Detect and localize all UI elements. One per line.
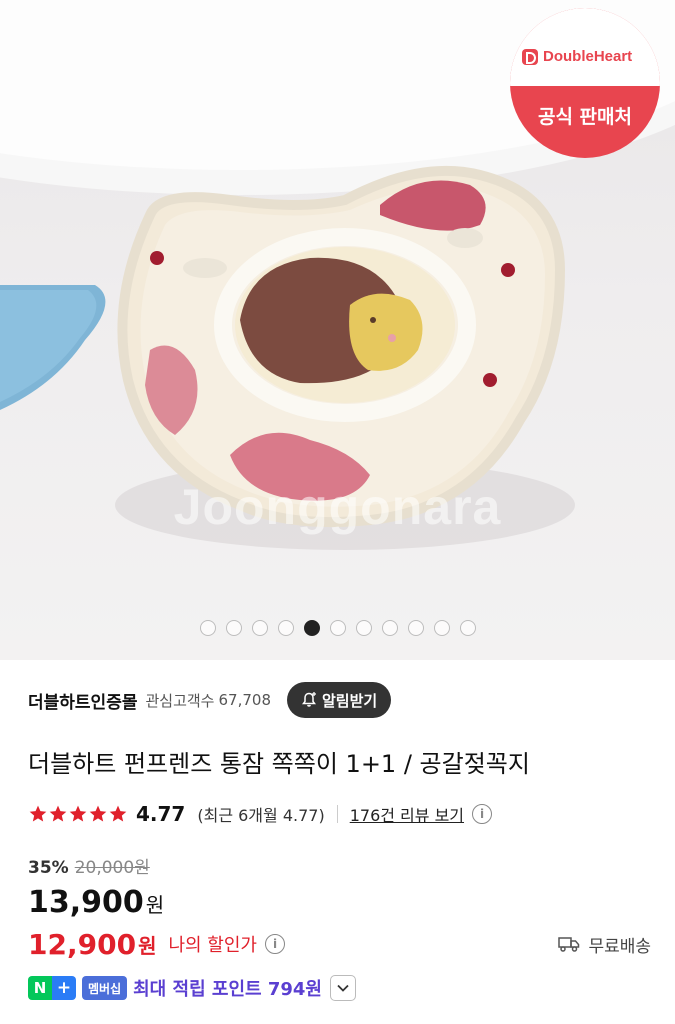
carousel-dot[interactable] [355, 620, 372, 636]
official-seller-badge: DoubleHeart 공식 판매처 [510, 8, 660, 158]
carousel-dot-active[interactable] [303, 620, 320, 636]
carousel-dot[interactable] [433, 620, 450, 636]
rating-stars [28, 804, 128, 824]
my-discount-price: 12,900 [28, 927, 137, 961]
product-info: 더블하트인증몰 관심고객수 67,708 알림받기 더블하트 펀프렌즈 통잠 쪽… [0, 660, 675, 1024]
my-discount-unit: 원 [138, 933, 157, 958]
shipping-info: 무료배송 [558, 932, 651, 957]
rating-score: 4.77 [136, 802, 186, 826]
carousel-pagination[interactable] [0, 620, 675, 636]
alarm-subscribe-button[interactable]: 알림받기 [287, 682, 392, 718]
points-expand-button[interactable] [329, 975, 356, 1001]
star-icon [109, 805, 127, 822]
plus-icon: + [52, 976, 76, 1000]
star-icon [49, 805, 67, 822]
rating-row: 4.77 (최근 6개월 4.77) 176건 리뷰 보기 i [28, 798, 493, 830]
alarm-button-label: 알림받기 [322, 692, 378, 710]
carousel-dot[interactable] [407, 620, 424, 636]
carousel-dot[interactable] [329, 620, 346, 636]
naver-plus-logo: N + [28, 976, 76, 1000]
discount-rate: 35% [28, 858, 69, 878]
rating-recent: (최근 6개월 4.77) [197, 806, 325, 825]
membership-badge: 멤버십 [82, 976, 128, 1000]
carousel-dot[interactable] [277, 620, 294, 636]
product-title: 더블하트 펀프렌즈 통잠 쪽쪽이 1+1 / 공갈젖꼭지 [28, 750, 530, 778]
info-icon[interactable]: i [472, 804, 493, 824]
my-discount-label: 나의 할인가 [168, 935, 257, 956]
chevron-down-icon [337, 984, 349, 992]
doubleheart-logo-icon [522, 48, 538, 65]
sale-price-unit: 원 [145, 893, 165, 917]
favorites-count: 67,708 [218, 691, 272, 709]
doubleheart-logo: DoubleHeart [522, 48, 632, 65]
store-row: 더블하트인증몰 관심고객수 67,708 알림받기 [28, 680, 655, 720]
badge-label: 공식 판매처 [537, 106, 632, 128]
carousel-dot[interactable] [225, 620, 242, 636]
review-link[interactable]: 176건 리뷰 보기 [350, 802, 464, 826]
price-row: 13,900 원 [28, 885, 164, 920]
carousel-dot[interactable] [199, 620, 216, 636]
max-points-text: 최대 적립 포인트 794원 [133, 979, 322, 1000]
watermark-text: Joonggonara [173, 479, 502, 535]
star-icon [69, 805, 87, 822]
badge-brand: DoubleHeart [543, 48, 633, 65]
naver-n-icon: N [28, 976, 52, 1000]
carousel-dot[interactable] [459, 620, 476, 636]
membership-row: N + 멤버십 최대 적립 포인트 794원 [28, 974, 356, 1002]
favorites-label: 관심고객수 [145, 691, 215, 710]
original-price: 20,000원 [74, 858, 150, 878]
carousel-dot[interactable] [251, 620, 268, 636]
carousel-dot[interactable] [381, 620, 398, 636]
discount-row: 35% 20,000원 [28, 853, 150, 878]
star-icon [29, 805, 47, 822]
sale-price: 13,900 [28, 885, 144, 920]
info-icon[interactable]: i [265, 934, 285, 954]
truck-icon [558, 937, 580, 952]
store-name[interactable]: 더블하트인증몰 [28, 688, 137, 713]
product-image-carousel[interactable]: Joonggonara DoubleHeart 공식 판매처 [0, 0, 675, 660]
shipping-label: 무료배송 [588, 936, 651, 957]
star-icon [89, 805, 107, 822]
divider [336, 805, 338, 823]
bell-plus-icon [302, 692, 316, 707]
my-discount-row: 12,900 원 나의 할인가 i 무료배송 [28, 926, 651, 962]
